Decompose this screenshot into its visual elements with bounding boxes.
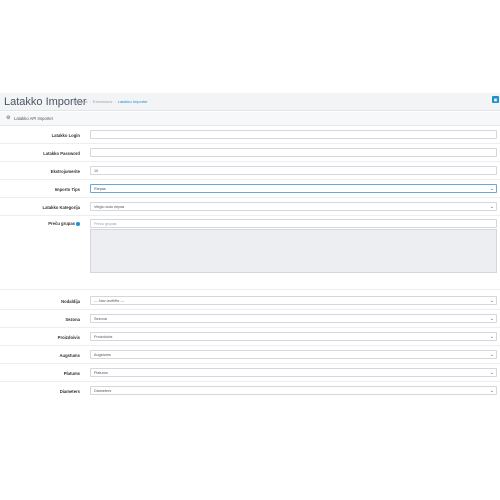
form-row-category: Latakko Kategorija Vieglo auto riepas ⌄: [0, 198, 500, 216]
page-header: Latakko Importer Sākums › Extensions › Latak…: [0, 93, 500, 111]
import-type-value: Riepas: [94, 187, 106, 191]
chevron-down-icon: ⌄: [489, 316, 494, 322]
form-row-height: Augstums Augstums ⌄: [0, 346, 500, 364]
width-select[interactable]: Platums ⌄: [90, 368, 497, 377]
import-type-label: Importo Tips: [54, 187, 80, 192]
gear-icon: ⚙: [6, 115, 11, 121]
height-select[interactable]: Augstums ⌄: [90, 350, 497, 359]
per-page-input[interactable]: 10: [90, 166, 497, 175]
save-icon: ▣: [493, 97, 498, 102]
season-select[interactable]: Sezona ⌄: [90, 314, 497, 323]
diameter-value: Diameters: [94, 389, 112, 393]
price-groups-placeholder: Preču grupas: [94, 222, 117, 226]
chevron-down-icon: ⌄: [489, 204, 494, 210]
chevron-down-icon: ⌄: [489, 352, 494, 358]
form-row-login: Latakko Login: [0, 126, 500, 144]
diameter-select[interactable]: Diameters ⌄: [90, 386, 497, 395]
login-input[interactable]: [90, 130, 497, 139]
form-row-password: Latakko Password: [0, 144, 500, 162]
category-select[interactable]: Vieglo auto riepas ⌄: [90, 202, 497, 211]
height-label: Augstums: [59, 353, 80, 358]
breadcrumb-current[interactable]: Latakko Importer: [118, 99, 148, 104]
form-row-price-groups: Preču grupas Preču grupas: [0, 216, 500, 290]
category-label: Latakko Kategorija: [42, 205, 80, 210]
chevron-down-icon: ⌄: [489, 334, 494, 340]
chevron-down-icon: ⌄: [489, 388, 494, 394]
breadcrumb-extensions[interactable]: Extensions: [93, 99, 113, 104]
form-row-import-type: Importo Tips Riepas ⌄: [0, 180, 500, 198]
form-row-season: Sezona Sezona ⌄: [0, 310, 500, 328]
import-type-select[interactable]: Riepas ⌄: [90, 184, 497, 193]
chevron-down-icon: ⌄: [489, 186, 494, 192]
password-input[interactable]: [90, 148, 497, 157]
manufacturer-label: Proizdoivis: [57, 335, 80, 340]
season-value: Sezona: [94, 317, 107, 321]
season-label: Sezona: [65, 317, 80, 322]
price-groups-search-input[interactable]: Preču grupas: [90, 219, 497, 228]
per-page-value: 10: [94, 169, 99, 173]
height-value: Augstums: [94, 353, 111, 357]
breadcrumb-home[interactable]: Sākums: [73, 99, 87, 104]
price-groups-list[interactable]: [90, 229, 497, 273]
manufacturer-value: Proizdoivis: [94, 335, 113, 339]
panel-title: Latakko API Importer: [14, 116, 54, 121]
department-label: Nodaldija: [61, 299, 80, 304]
info-icon: [76, 221, 80, 226]
breadcrumb: Sākums › Extensions › Latakko Importer: [73, 99, 148, 104]
form-row-width: Platums Platums ⌄: [0, 364, 500, 382]
width-value: Platums: [94, 371, 108, 375]
chevron-down-icon: ⌄: [489, 370, 494, 376]
form-row-manufacturer: Proizdoivis Proizdoivis ⌄: [0, 328, 500, 346]
diameter-label: Diameters: [59, 389, 80, 394]
form-row-diameter: Diameters Diameters ⌄: [0, 382, 500, 399]
per-page-label: Ekstrojumerite: [50, 169, 80, 174]
page: Latakko Importer Sākums › Extensions › Latak…: [0, 93, 500, 405]
form-row-per-page: Ekstrojumerite 10: [0, 162, 500, 180]
chevron-down-icon: ⌄: [489, 298, 494, 304]
password-label: Latakko Password: [43, 151, 80, 156]
width-label: Platums: [63, 371, 80, 376]
price-groups-label: Preču grupas: [48, 221, 80, 226]
category-value: Vieglo auto riepas: [94, 205, 125, 209]
department-select[interactable]: --- Nav izvēlēts --- ⌄: [90, 296, 497, 305]
login-label: Latakko Login: [51, 133, 80, 138]
manufacturer-select[interactable]: Proizdoivis ⌄: [90, 332, 497, 341]
save-button[interactable]: ▣: [492, 96, 499, 103]
panel-heading: ⚙ Latakko API Importer: [0, 112, 500, 126]
form-row-department: Nodaldija --- Nav izvēlēts --- ⌄: [0, 292, 500, 310]
department-value: --- Nav izvēlēts ---: [94, 299, 125, 303]
